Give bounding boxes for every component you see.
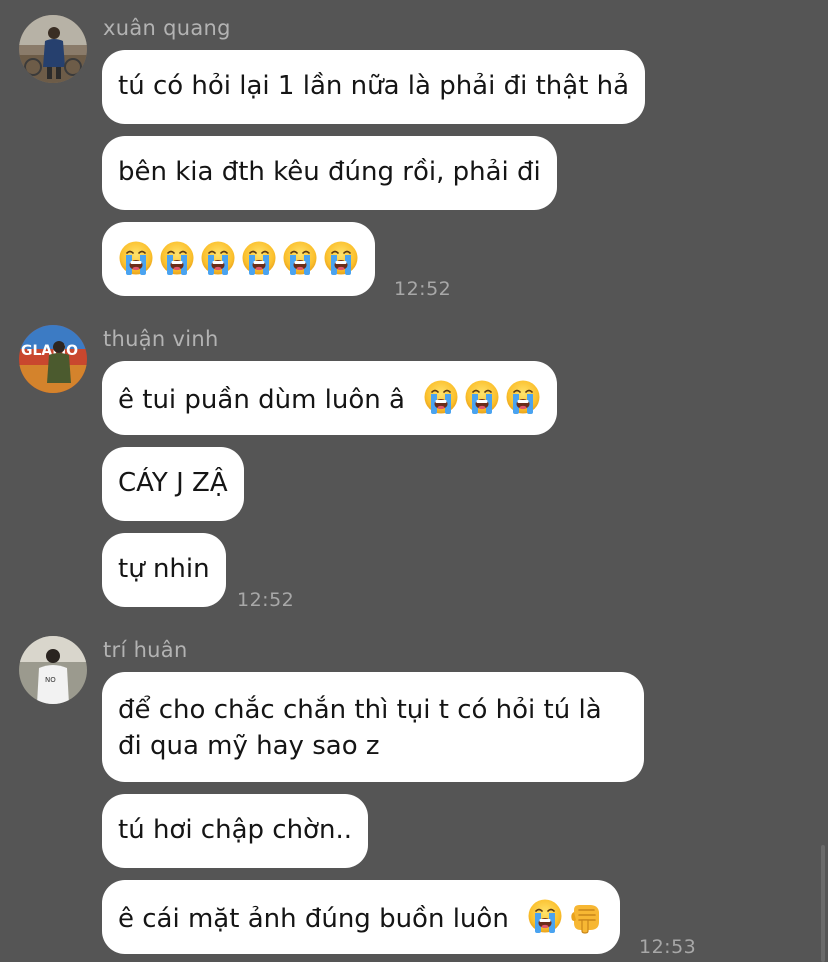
message-text: ê tui puần dùm luôn â (118, 385, 405, 415)
message-bubble[interactable]: ê cái mặt ảnh đúng buồn luôn (102, 880, 621, 954)
loudly-crying-face-icon (200, 240, 236, 276)
avatar[interactable]: NO (19, 636, 87, 704)
message-text: để cho chắc chắn thì tụi t có hỏi tú là … (118, 695, 602, 761)
scrollbar[interactable] (821, 845, 825, 962)
message-text: bên kia đth kêu đúng rồi, phải đi (118, 157, 541, 187)
message-bubble[interactable] (102, 222, 375, 296)
message-bubble[interactable]: CÁY J ZẬ (102, 447, 244, 521)
loudly-crying-face-icon (423, 379, 459, 415)
message-text: tú hơi chập chờn.. (118, 815, 352, 845)
sender-name: trí huân (103, 638, 188, 662)
avatar[interactable]: GLAMO (19, 325, 87, 393)
message-text: tự nhin (118, 554, 210, 584)
loudly-crying-face-icon (527, 898, 563, 934)
message-timestamp: 12:53 (639, 936, 697, 958)
message-bubble[interactable]: tự nhin (102, 533, 226, 607)
message-bubble[interactable]: tú có hỏi lại 1 lần nữa là phải đi thật … (102, 50, 646, 124)
loudly-crying-face-icon (505, 379, 541, 415)
message-bubble[interactable]: ê tui puần dùm luôn â (102, 361, 558, 435)
avatar[interactable] (19, 15, 87, 83)
sender-name: xuân quang (103, 16, 231, 40)
message-text: CÁY J ZẬ (118, 468, 228, 498)
message-timestamp: 12:52 (394, 278, 452, 300)
message-text: ê cái mặt ảnh đúng buồn luôn (118, 904, 509, 934)
message-bubble[interactable]: tú hơi chập chờn.. (102, 794, 368, 868)
loudly-crying-face-icon (159, 240, 195, 276)
loudly-crying-face-icon (282, 240, 318, 276)
loudly-crying-face-icon (323, 240, 359, 276)
loudly-crying-face-icon (118, 240, 154, 276)
message-text: tú có hỏi lại 1 lần nữa là phải đi thật … (118, 71, 630, 101)
message-timestamp: 12:52 (237, 589, 295, 611)
loudly-crying-face-icon (464, 379, 500, 415)
sender-name: thuận vinh (103, 327, 219, 351)
backhand-index-pointing-down-icon (568, 898, 604, 934)
loudly-crying-face-icon (241, 240, 277, 276)
svg-text:NO: NO (45, 676, 56, 684)
message-bubble[interactable]: để cho chắc chắn thì tụi t có hỏi tú là … (102, 672, 644, 782)
message-bubble[interactable]: bên kia đth kêu đúng rồi, phải đi (102, 136, 557, 210)
